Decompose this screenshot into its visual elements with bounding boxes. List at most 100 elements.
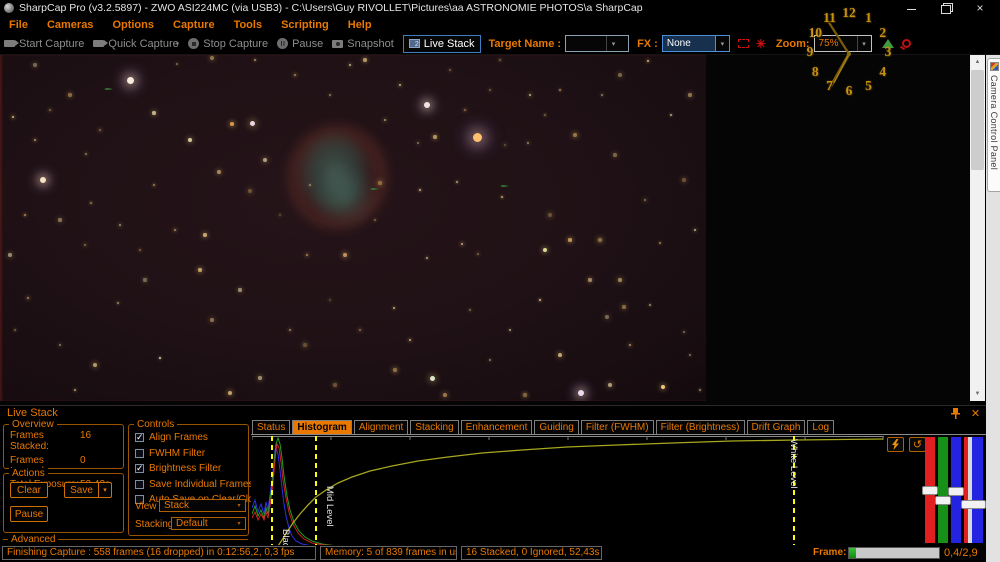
roi-selection-icon[interactable] xyxy=(737,39,749,48)
tab-guiding[interactable]: Guiding xyxy=(534,420,579,434)
view-combobox[interactable]: Stack ▾ xyxy=(159,499,246,512)
menu-cameras[interactable]: Cameras xyxy=(47,19,93,31)
histogram-stretch-icon[interactable] xyxy=(881,39,894,48)
snapshot-button[interactable]: Snapshot xyxy=(332,38,394,50)
tab-enhancement[interactable]: Enhancement xyxy=(460,420,533,434)
star xyxy=(26,296,30,300)
pause-stack-button[interactable]: Pause xyxy=(10,506,48,522)
menu-help[interactable]: Help xyxy=(348,19,372,31)
fx-combobox[interactable]: None ▾ xyxy=(661,35,730,52)
star xyxy=(378,181,382,185)
checkbox-brightness-filter[interactable]: ✓ Brightness Filter xyxy=(135,463,248,474)
blue-level-slider[interactable] xyxy=(948,437,964,543)
magnifier-icon[interactable] xyxy=(901,39,911,48)
star xyxy=(303,343,307,347)
start-capture-button[interactable]: Start Capture xyxy=(4,38,84,50)
all-level-slider-handle[interactable] xyxy=(961,500,986,509)
tab-histogram[interactable]: Histogram xyxy=(292,420,352,434)
star xyxy=(173,228,177,232)
star xyxy=(573,133,577,137)
menu-scripting[interactable]: Scripting xyxy=(281,19,329,31)
tab-alignment[interactable]: Alignment xyxy=(353,420,409,434)
star xyxy=(217,170,221,174)
vertical-scrollbar[interactable]: ▲ ▼ xyxy=(970,55,985,401)
star xyxy=(568,238,572,242)
tab-filter-brightness-[interactable]: Filter (Brightness) xyxy=(655,420,745,434)
quick-capture-button[interactable]: Quick Capture xyxy=(93,38,179,50)
tab-status[interactable]: Status xyxy=(252,420,291,434)
pause-button[interactable]: Pause xyxy=(277,38,323,50)
star xyxy=(98,128,102,132)
menu-file[interactable]: File xyxy=(9,19,28,31)
tab-filter-fwhm-[interactable]: Filter (FWHM) xyxy=(580,420,654,434)
quick-capture-dropdown-icon[interactable]: ▾ xyxy=(176,40,180,48)
tab-stacking[interactable]: Stacking xyxy=(410,420,459,434)
close-button[interactable]: × xyxy=(974,2,986,14)
star xyxy=(443,393,447,397)
star xyxy=(559,89,561,91)
restore-button[interactable] xyxy=(940,3,953,14)
star xyxy=(328,93,332,97)
clear-button[interactable]: Clear xyxy=(10,482,48,498)
reset-stretch-button[interactable]: ↺ xyxy=(909,437,926,452)
chevron-down-icon[interactable]: ▾ xyxy=(606,36,620,51)
stacking-combobox[interactable]: Default ▾ xyxy=(171,517,246,530)
star xyxy=(188,138,192,142)
star xyxy=(138,248,142,252)
chevron-down-icon[interactable]: ▾ xyxy=(233,518,245,529)
minimize-button[interactable] xyxy=(906,3,918,13)
menu-options[interactable]: Options xyxy=(112,19,154,31)
chevron-down-icon[interactable]: ▾ xyxy=(233,500,245,511)
all-level-slider[interactable] xyxy=(961,437,986,543)
scrollbar-thumb[interactable] xyxy=(971,70,984,170)
checkbox-icon[interactable]: ✓ xyxy=(135,433,144,442)
capture-status: Finishing Capture : 558 frames (16 dropp… xyxy=(2,546,316,560)
checkbox-icon[interactable] xyxy=(135,448,144,458)
star xyxy=(210,318,214,322)
star xyxy=(203,233,207,237)
star xyxy=(468,308,472,312)
chevron-down-icon[interactable]: ▾ xyxy=(714,36,729,51)
checkbox-align-frames[interactable]: ✓ Align Frames xyxy=(135,432,248,443)
star xyxy=(608,383,612,387)
pin-icon[interactable] xyxy=(949,407,962,419)
target-name-combobox[interactable]: ▾ xyxy=(565,35,630,52)
live-stack-panel-title: Live Stack xyxy=(7,407,58,419)
stop-capture-button[interactable]: Stop Capture xyxy=(188,38,268,50)
menu-capture[interactable]: Capture xyxy=(173,19,215,31)
star xyxy=(588,278,592,282)
star xyxy=(523,393,527,397)
histogram-panel: Black Level Mid Level White Level ↺ xyxy=(251,434,986,546)
star xyxy=(618,73,622,77)
checkbox-save-individual-frames[interactable]: Save Individual Frames xyxy=(135,479,254,490)
reticle-icon[interactable]: ✳ xyxy=(756,38,766,50)
checkbox-fwhm-filter[interactable]: FWHM Filter xyxy=(135,448,248,459)
star xyxy=(682,178,686,182)
checkbox-icon[interactable]: ✓ xyxy=(135,464,144,473)
camera-control-panel-tab[interactable]: Camera Control Panel xyxy=(987,58,1000,192)
green-level-slider[interactable] xyxy=(935,437,951,543)
stacking-label: Stacking xyxy=(135,519,174,530)
tab-drift-graph[interactable]: Drift Graph xyxy=(746,420,806,434)
live-stack-button[interactable]: Live Stack xyxy=(402,34,481,53)
checkbox-icon[interactable] xyxy=(135,479,144,489)
blue-level-slider-handle[interactable] xyxy=(948,487,964,496)
title-bar: SharpCap Pro (v3.2.5897) - ZWO ASI224MC … xyxy=(0,0,1000,16)
save-dropdown-icon[interactable]: ▾ xyxy=(98,483,111,497)
auto-stretch-button[interactable] xyxy=(887,437,904,452)
red-level-slider[interactable] xyxy=(922,437,938,543)
star xyxy=(682,330,686,334)
star xyxy=(526,141,530,145)
scroll-down-icon[interactable]: ▼ xyxy=(970,387,985,401)
star xyxy=(33,63,37,67)
zoom-combobox[interactable]: 75% ▾ xyxy=(813,35,872,52)
red-level-slider-handle[interactable] xyxy=(922,486,938,495)
zoom-label: Zoom: xyxy=(775,37,810,50)
chevron-down-icon[interactable]: ▾ xyxy=(856,36,871,51)
close-panel-icon[interactable]: ✕ xyxy=(969,407,982,420)
menu-tools[interactable]: Tools xyxy=(234,19,263,31)
tab-log[interactable]: Log xyxy=(807,420,835,434)
green-level-slider-handle[interactable] xyxy=(935,496,951,505)
scroll-up-icon[interactable]: ▲ xyxy=(970,55,985,69)
save-button[interactable]: Save ▾ xyxy=(64,482,112,498)
